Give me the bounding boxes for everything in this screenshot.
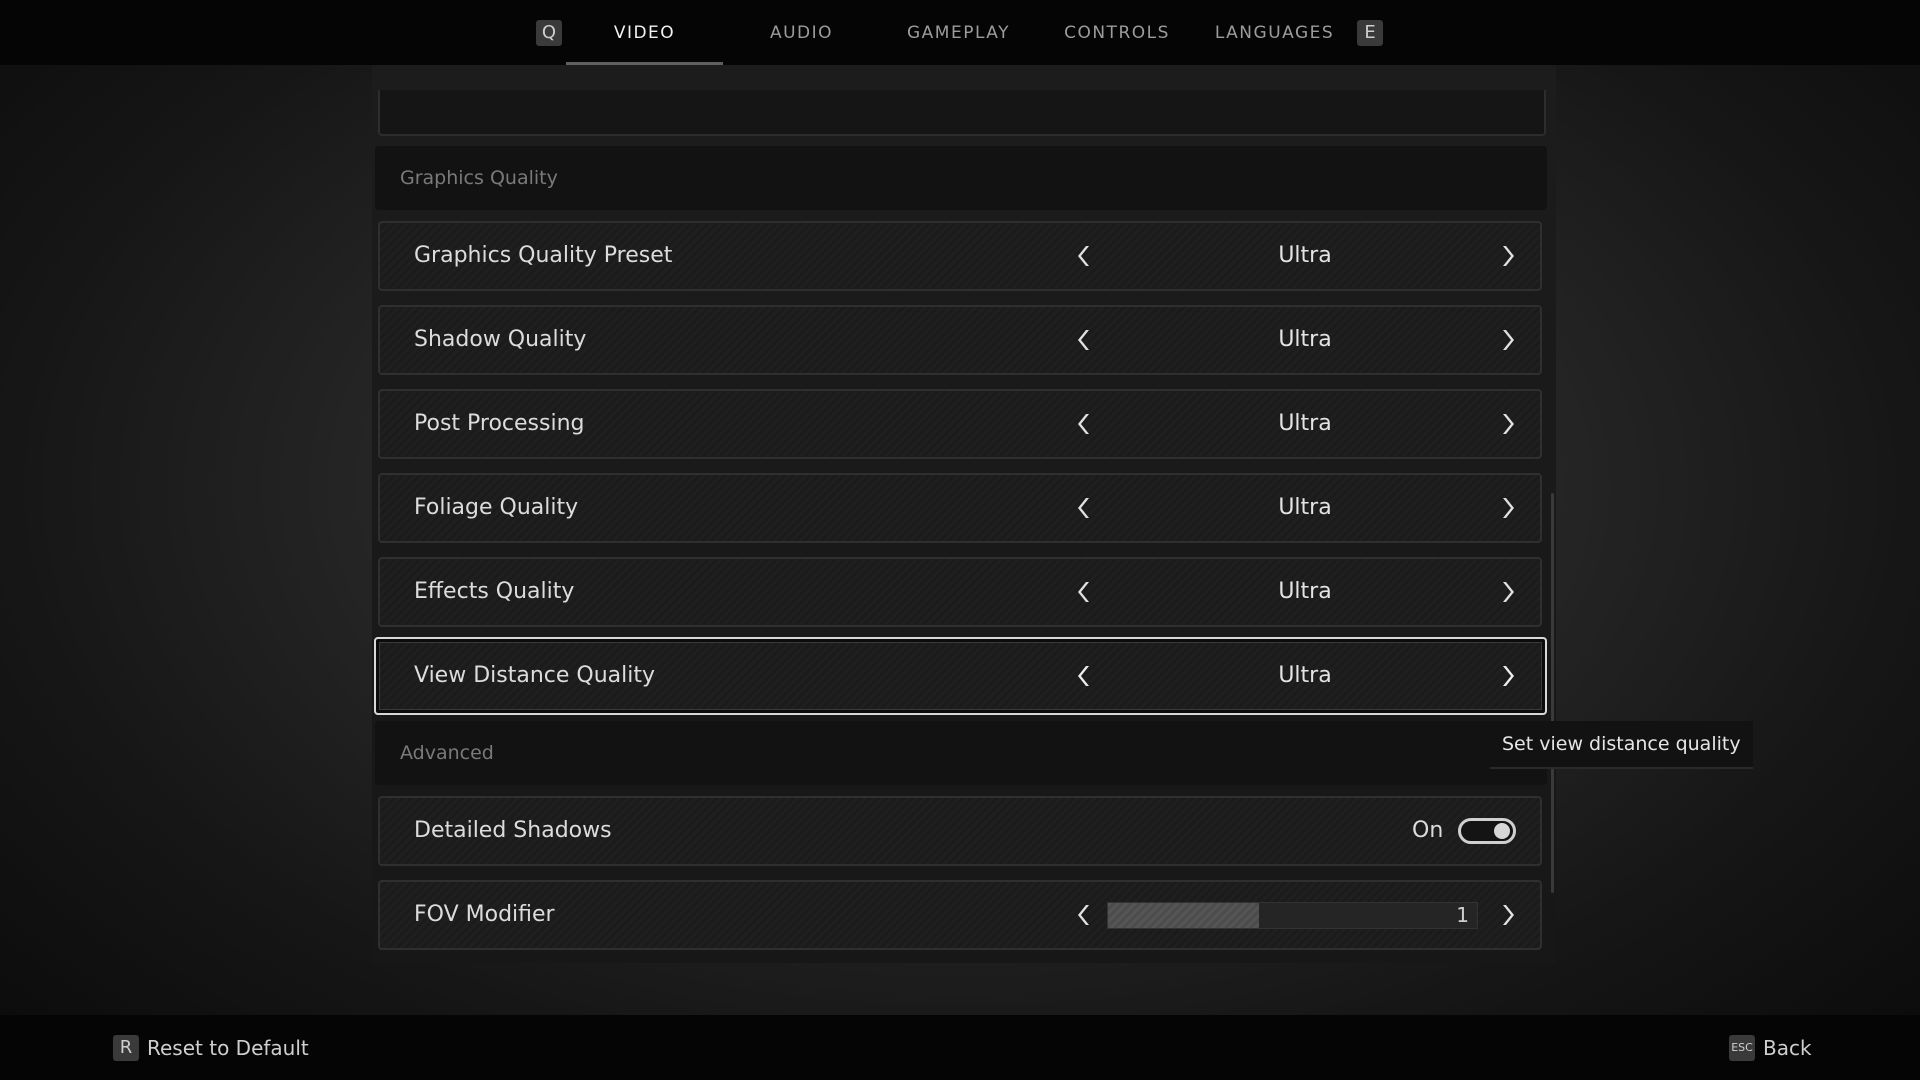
setting-label: Shadow Quality — [414, 327, 587, 352]
chevron-left-icon[interactable] — [1064, 639, 1104, 713]
setting-row-effects-quality[interactable]: Effects Quality Ultra — [378, 557, 1542, 627]
chevron-left-icon[interactable] — [1064, 475, 1104, 541]
reset-to-default-button[interactable]: R Reset to Default — [113, 1015, 309, 1080]
tab-controls[interactable]: CONTROLS — [1037, 0, 1197, 65]
chevron-right-icon[interactable] — [1488, 391, 1528, 457]
toggle-knob — [1494, 823, 1510, 839]
back-button[interactable]: ESC Back — [1729, 1015, 1812, 1080]
setting-label: Graphics Quality Preset — [414, 243, 673, 268]
chevron-right-icon[interactable] — [1488, 307, 1528, 373]
bottom-bar: R Reset to Default ESC Back — [0, 1015, 1920, 1080]
detailed-shadows-toggle[interactable] — [1458, 818, 1516, 844]
chevron-right-icon[interactable] — [1488, 639, 1528, 713]
setting-row-graphics-quality-preset[interactable]: Graphics Quality Preset Ultra — [378, 221, 1542, 291]
setting-value: Ultra — [1278, 663, 1332, 688]
chevron-right-icon[interactable] — [1488, 882, 1528, 948]
esc-key-hint: ESC — [1729, 1034, 1755, 1061]
setting-value: Ultra — [1278, 243, 1332, 268]
tab-video[interactable]: VIDEO — [566, 0, 723, 65]
top-nav-bar: Q VIDEO AUDIO GAMEPLAY CONTROLS LANGUAGE… — [0, 0, 1920, 65]
setting-label: Foliage Quality — [414, 495, 579, 520]
setting-row-shadow-quality[interactable]: Shadow Quality Ultra — [378, 305, 1542, 375]
setting-description-tooltip: Set view distance quality — [1490, 721, 1753, 769]
section-header-graphics-quality: Graphics Quality — [375, 146, 1547, 210]
chevron-right-icon[interactable] — [1488, 559, 1528, 625]
clipped-setting-row — [378, 90, 1546, 136]
section-header-advanced: Advanced — [375, 721, 1547, 785]
setting-row-detailed-shadows[interactable]: Detailed Shadows On — [378, 796, 1542, 866]
setting-row-post-processing[interactable]: Post Processing Ultra — [378, 389, 1542, 459]
reset-label: Reset to Default — [147, 1035, 309, 1060]
tab-languages[interactable]: LANGUAGES — [1197, 0, 1352, 65]
setting-row-foliage-quality[interactable]: Foliage Quality Ultra — [378, 473, 1542, 543]
setting-label: FOV Modifier — [414, 902, 555, 927]
reset-key-hint: R — [113, 1034, 139, 1061]
setting-label: Post Processing — [414, 411, 585, 436]
setting-value: Ultra — [1278, 579, 1332, 604]
back-label: Back — [1763, 1035, 1812, 1060]
fov-slider-fill — [1108, 903, 1260, 928]
chevron-right-icon[interactable] — [1488, 223, 1528, 289]
chevron-left-icon[interactable] — [1064, 307, 1104, 373]
tab-gameplay[interactable]: GAMEPLAY — [880, 0, 1037, 65]
chevron-left-icon[interactable] — [1064, 223, 1104, 289]
chevron-right-icon[interactable] — [1488, 475, 1528, 541]
chevron-left-icon[interactable] — [1064, 391, 1104, 457]
setting-row-view-distance-quality[interactable]: View Distance Quality Ultra — [374, 637, 1547, 715]
settings-screen: Q VIDEO AUDIO GAMEPLAY CONTROLS LANGUAGE… — [0, 0, 1920, 1080]
setting-value: Ultra — [1278, 411, 1332, 436]
fov-slider-value: 1 — [1456, 903, 1469, 927]
section-label: Advanced — [400, 742, 494, 764]
prev-tab-key-hint[interactable]: Q — [536, 20, 562, 46]
toggle-state-label: On — [1412, 818, 1444, 843]
tab-audio[interactable]: AUDIO — [723, 0, 880, 65]
setting-label: Detailed Shadows — [414, 818, 612, 843]
setting-row-fov-modifier[interactable]: FOV Modifier 1 — [378, 880, 1542, 950]
chevron-left-icon[interactable] — [1064, 882, 1104, 948]
fov-slider[interactable]: 1 — [1107, 902, 1478, 929]
setting-value: Ultra — [1278, 495, 1332, 520]
setting-value: Ultra — [1278, 327, 1332, 352]
settings-scrollbar[interactable] — [1551, 493, 1554, 893]
setting-label: Effects Quality — [414, 579, 575, 604]
chevron-left-icon[interactable] — [1064, 559, 1104, 625]
section-label: Graphics Quality — [400, 167, 558, 189]
next-tab-key-hint[interactable]: E — [1357, 20, 1383, 46]
setting-label: View Distance Quality — [414, 663, 656, 688]
